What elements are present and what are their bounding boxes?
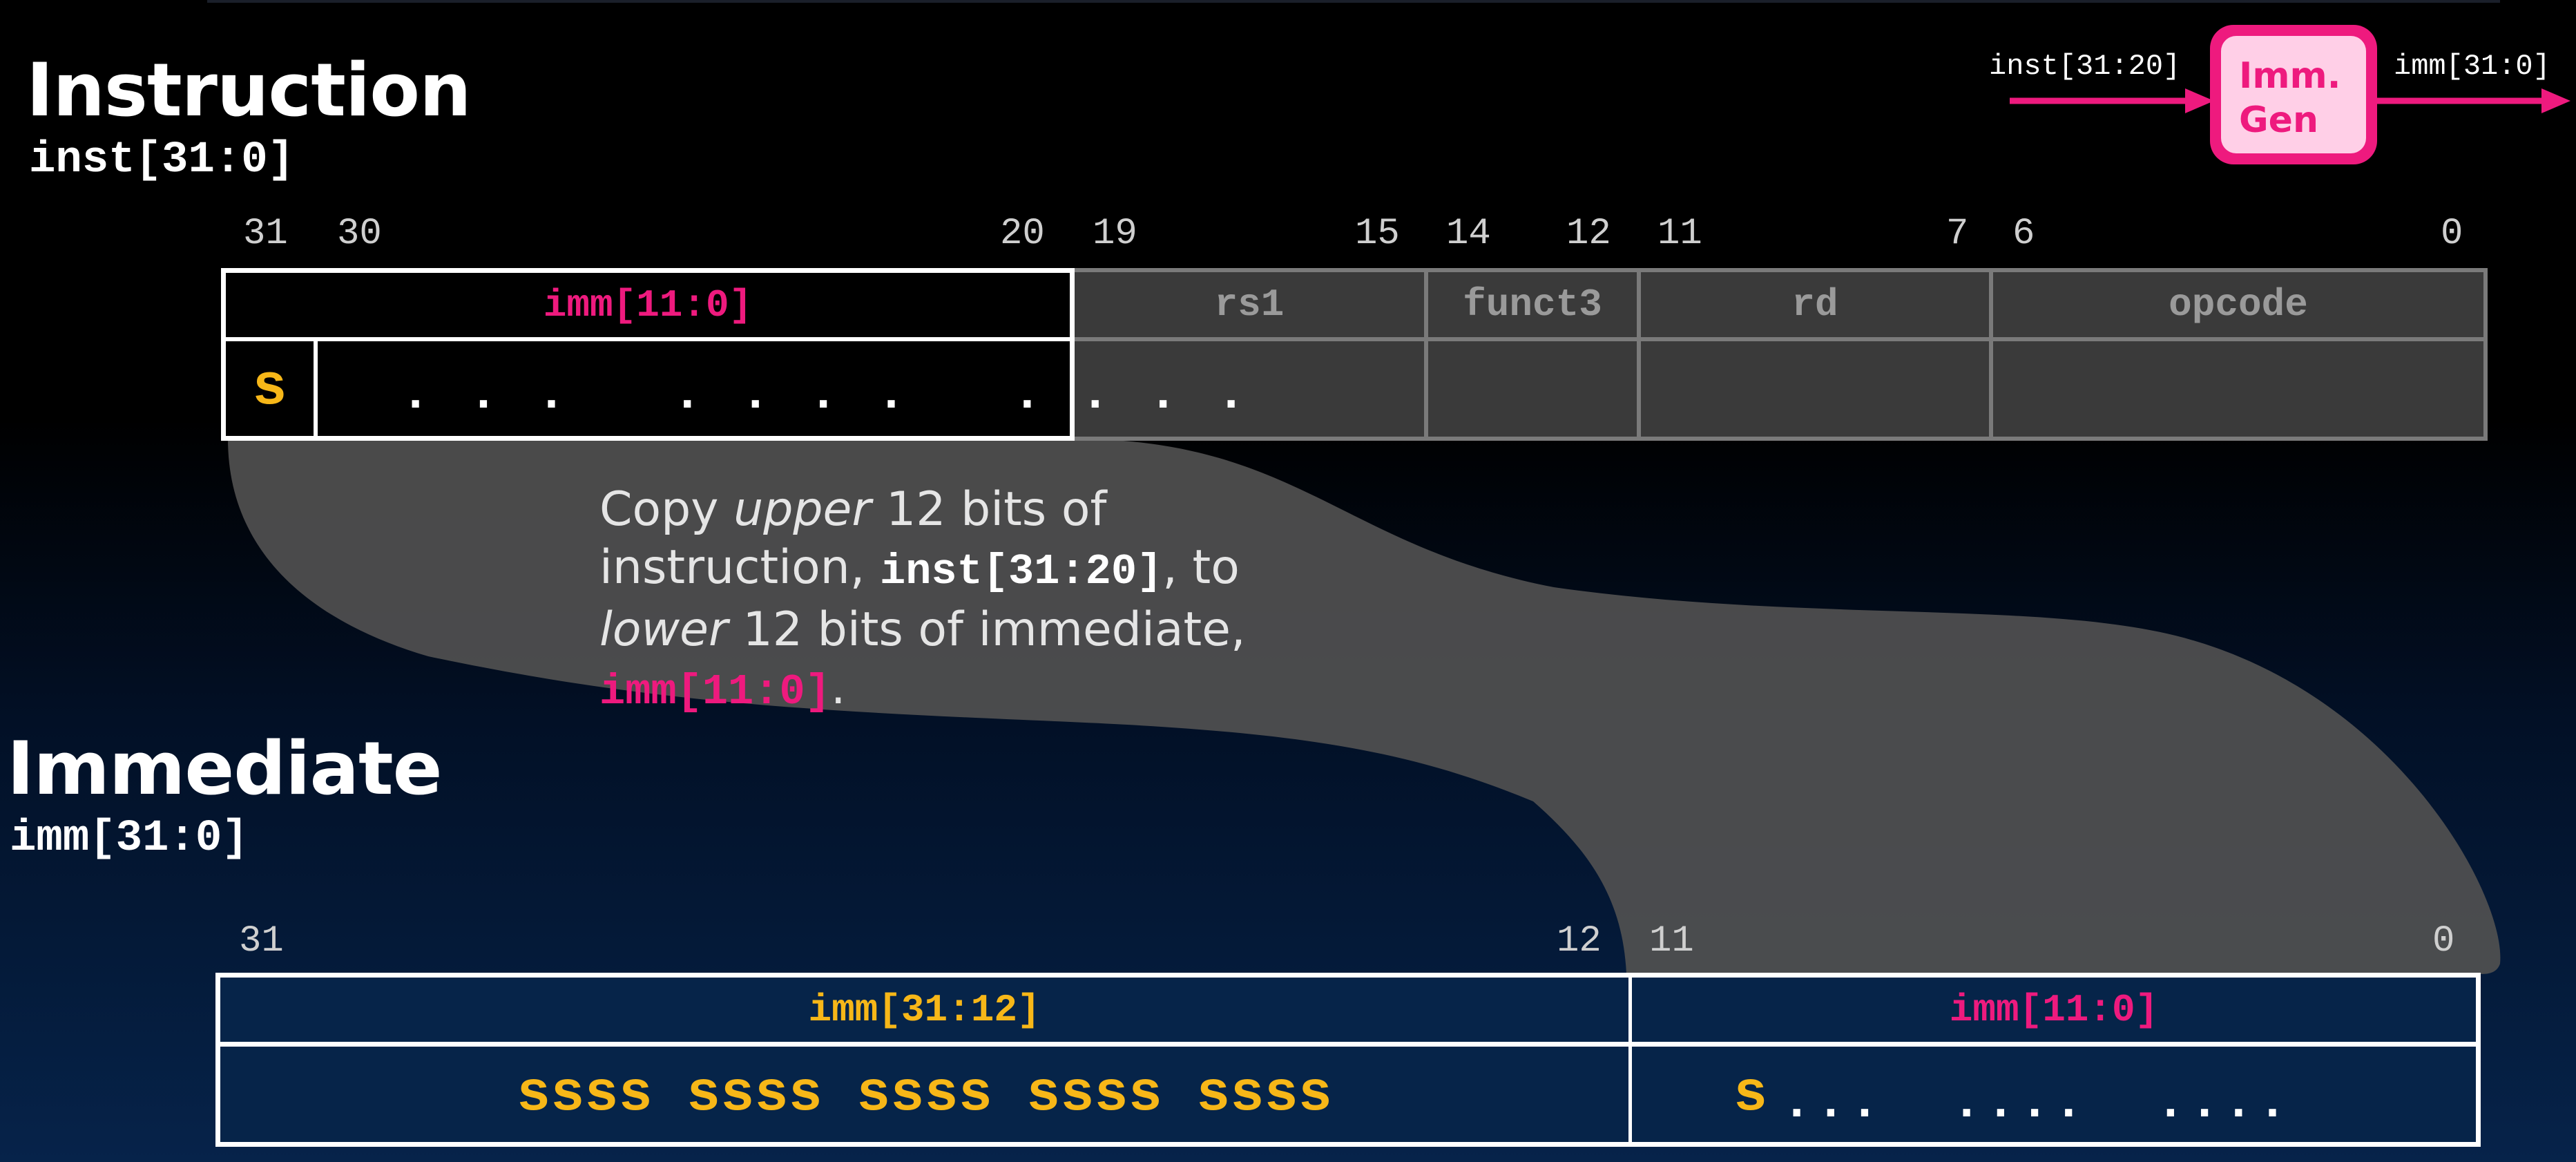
inst-imm-dots: . . . . . . . . . . . [401,366,1251,423]
imm-bit-12: 12 [1557,920,1602,962]
imm-lower-sign-bit: s [1733,1063,1768,1127]
inst-bit-11: 11 [1657,213,1702,255]
instruction-title: Instruction [26,48,472,133]
inst-bit-31: 31 [243,213,288,255]
imm-lower-header: imm[11:0] [1949,987,2159,1032]
imm-bit-0: 0 [2432,920,2455,962]
inst-imm-row-divider [221,337,1075,341]
imm-bit-31: 31 [239,920,284,962]
field-rs1: rs1 [1214,283,1285,327]
inst-bit-12: 12 [1566,213,1611,255]
inst-grey-row-divider [1070,337,2488,341]
inst-bit-14: 14 [1446,213,1491,255]
immgen-label-line2: Gen [2239,99,2318,141]
inst-bit-20: 20 [1000,213,1045,255]
field-imm-11-0: imm[11:0] [543,283,753,327]
immgen-input-label: inst[31:20] [1989,50,2181,83]
inst-bit-0: 0 [2441,213,2463,255]
inst-sign-bit: s [252,356,287,421]
inst-bit-15: 15 [1355,213,1400,255]
immgen-label-line1: Imm. [2239,55,2341,97]
inst-sign-divider [314,337,318,441]
upper-emphasis: upper [733,482,872,537]
field-rd: rd [1791,283,1838,327]
imm-lower-dots: ... .... .... [1782,1075,2292,1132]
immgen-input-arrow [2010,88,2214,113]
inst-bit-6: 6 [2012,213,2035,255]
imm-upper-header: imm[31:12] [808,987,1041,1032]
explanation-line-3: lower 12 bits of immediate, [599,602,1246,657]
explanation-text: Copy upper 12 bits of instruction, inst[… [599,481,1290,721]
explanation-line-2: instruction, inst[31:20], to [599,540,1240,596]
instruction-subtitle: inst[31:0] [29,135,295,185]
immediate-subtitle: imm[31:0] [10,814,249,864]
field-opcode: opcode [2169,283,2308,327]
immediate-title: Immediate [7,726,443,811]
explanation-line-4: imm[11:0]. [599,660,846,716]
imm-11-0-code: imm[11:0] [599,667,831,716]
inst-bit-30: 30 [337,213,382,255]
inst-31-20-code: inst[31:20] [880,547,1163,596]
imm-bit-11: 11 [1649,920,1694,962]
immgen-output-arrow [2376,88,2570,113]
immgen-output-label: imm[31:0] [2394,50,2550,83]
imm-upper-sign-extension: ssss ssss ssss ssss ssss [517,1062,1332,1127]
inst-bit-7: 7 [1946,213,1969,255]
inst-bit-19: 19 [1093,213,1137,255]
imm-row-divider [215,1042,2481,1047]
field-funct3: funct3 [1463,283,1602,327]
explanation-line-1: Copy upper 12 bits of [599,482,1107,537]
lower-emphasis: lower [599,602,728,657]
